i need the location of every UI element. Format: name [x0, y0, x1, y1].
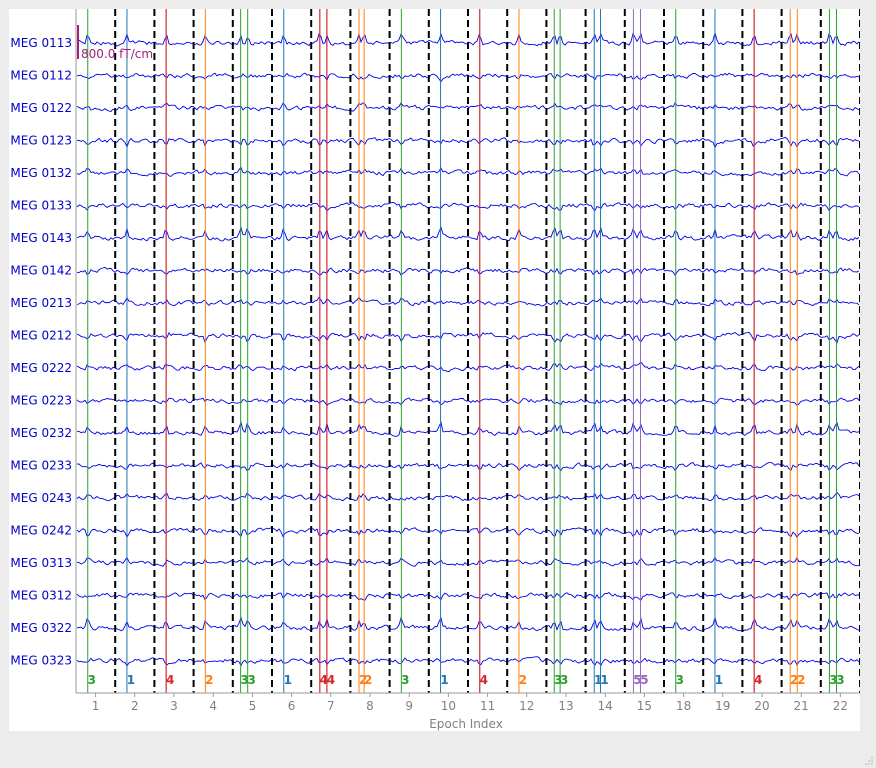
channel-label[interactable]: MEG 0212	[10, 329, 72, 343]
x-tick-label: 5	[249, 699, 257, 713]
event-label: 5	[640, 673, 648, 687]
epochs-plot-canvas: MEG 0113 MEG 0112 MEG 0122 MEG 0123 MEG 0132…	[9, 9, 861, 731]
event-label: 3	[676, 673, 684, 687]
channel-label[interactable]: MEG 0143	[10, 231, 72, 245]
x-tick-label: 11	[480, 699, 495, 713]
channel-label[interactable]: MEG 0323	[10, 654, 72, 668]
channel-label[interactable]: MEG 0232	[10, 426, 72, 440]
x-tick-label: 21	[794, 699, 809, 713]
x-tick-label: 18	[676, 699, 691, 713]
event-label: 4	[327, 673, 335, 687]
event-label: 1	[600, 673, 608, 687]
channel-label[interactable]: MEG 0312	[10, 589, 72, 603]
x-tick-label: 13	[558, 699, 573, 713]
x-axis-label: Epoch Index	[429, 717, 503, 731]
channel-label[interactable]: MEG 0233	[10, 459, 72, 473]
channel-label[interactable]: MEG 0132	[10, 166, 72, 180]
x-tick-label: 7	[327, 699, 335, 713]
x-tick-label: 22	[833, 699, 848, 713]
channel-label[interactable]: MEG 0112	[10, 69, 72, 83]
channel-label[interactable]: MEG 0213	[10, 296, 72, 310]
event-label: 3	[248, 673, 256, 687]
event-label: 1	[284, 673, 292, 687]
x-tick-label: 9	[405, 699, 413, 713]
x-tick-label: 2	[131, 699, 139, 713]
channel-label[interactable]: MEG 0322	[10, 621, 72, 635]
channel-label[interactable]: MEG 0242	[10, 524, 72, 538]
channel-label[interactable]: MEG 0313	[10, 556, 72, 570]
x-tick-label: 6	[288, 699, 296, 713]
x-tick-label: 8	[366, 699, 374, 713]
event-label: 3	[401, 673, 409, 687]
x-tick-label: 15	[637, 699, 652, 713]
event-label: 4	[166, 673, 174, 687]
event-label: 4	[480, 673, 488, 687]
channel-label[interactable]: MEG 0122	[10, 101, 72, 115]
event-label: 1	[715, 673, 723, 687]
channel-label[interactable]: MEG 0133	[10, 199, 72, 213]
event-label: 2	[364, 673, 372, 687]
scale-bar-label: 800.0 fT/cm	[81, 47, 153, 61]
event-label: 3	[560, 673, 568, 687]
event-label: 4	[754, 673, 762, 687]
event-label: 2	[205, 673, 213, 687]
resize-grip-icon[interactable]	[864, 756, 874, 766]
event-label: 1	[127, 673, 135, 687]
x-tick-label: 19	[715, 699, 730, 713]
event-label: 3	[836, 673, 844, 687]
channel-label[interactable]: MEG 0142	[10, 264, 72, 278]
x-tick-label: 10	[441, 699, 456, 713]
event-label: 1	[440, 673, 448, 687]
channel-label[interactable]: MEG 0123	[10, 134, 72, 148]
channel-label[interactable]: MEG 0222	[10, 361, 72, 375]
x-tick-label: 14	[598, 699, 613, 713]
x-tick-label: 1	[92, 699, 100, 713]
epochs-plot[interactable]: MEG 0113 MEG 0112 MEG 0122 MEG 0123 MEG 0132…	[9, 9, 861, 731]
event-label: 3	[88, 673, 96, 687]
channel-label[interactable]: MEG 0113	[10, 36, 72, 50]
x-tick-label: 20	[754, 699, 769, 713]
channel-label[interactable]: MEG 0223	[10, 394, 72, 408]
channel-label[interactable]: MEG 0243	[10, 491, 72, 505]
x-tick-label: 4	[209, 699, 217, 713]
event-label: 2	[797, 673, 805, 687]
event-label: 2	[519, 673, 527, 687]
x-tick-label: 12	[519, 699, 534, 713]
x-tick-label: 3	[170, 699, 178, 713]
